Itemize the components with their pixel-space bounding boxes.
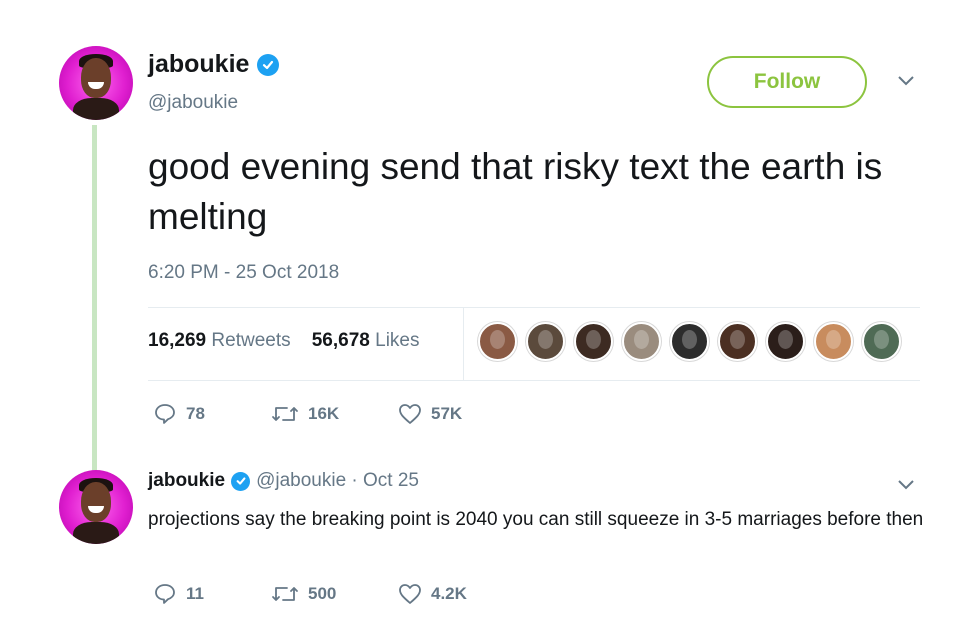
reply-action[interactable]: 78 xyxy=(153,402,271,426)
retweets-count: 16,269 xyxy=(148,330,207,351)
reply-action[interactable]: 11 xyxy=(153,582,271,606)
reply-text: projections say the breaking point is 20… xyxy=(148,509,924,530)
liker-avatar[interactable] xyxy=(862,322,901,361)
reply-count: 11 xyxy=(186,584,204,603)
liker-avatar[interactable] xyxy=(718,322,757,361)
tweet-actions: 78 16K 57K xyxy=(153,402,462,426)
reply-count: 78 xyxy=(186,404,205,423)
liker-avatar[interactable] xyxy=(622,322,661,361)
tweet-text: good evening send that risky text the ea… xyxy=(148,146,883,237)
chevron-down-icon[interactable] xyxy=(896,72,916,93)
verified-badge-icon xyxy=(257,53,280,76)
retweet-action[interactable]: 500 xyxy=(271,583,398,605)
liker-avatar[interactable] xyxy=(574,322,613,361)
liker-avatar[interactable] xyxy=(670,322,709,361)
author-name-row[interactable]: jaboukie xyxy=(148,50,280,79)
engagement-stats: 16,269 Retweets 56,678 Likes xyxy=(148,330,420,352)
liker-avatars xyxy=(478,322,901,366)
like-action[interactable]: 57K xyxy=(398,403,462,425)
like-action[interactable]: 4.2K xyxy=(398,583,467,605)
reply-icon xyxy=(153,582,177,606)
chevron-down-icon[interactable] xyxy=(896,476,916,497)
likes-count: 56,678 xyxy=(311,330,370,351)
verified-badge-icon xyxy=(231,471,251,491)
retweet-icon xyxy=(271,403,299,425)
liker-avatar[interactable] xyxy=(526,322,565,361)
like-count: 4.2K xyxy=(431,584,467,603)
like-count: 57K xyxy=(431,404,463,423)
retweet-count: 500 xyxy=(308,584,337,603)
liker-avatar[interactable] xyxy=(814,322,853,361)
author-display-name[interactable]: jaboukie xyxy=(148,50,249,79)
retweets-stat[interactable]: 16,269 Retweets xyxy=(148,330,291,351)
thread-connector-line xyxy=(92,125,97,470)
reply-actions: 11 500 4.2K xyxy=(153,582,467,606)
like-heart-icon xyxy=(398,403,422,425)
likes-stat[interactable]: 56,678 Likes xyxy=(312,330,420,351)
tweet-timestamp[interactable]: 6:20 PM - 25 Oct 2018 xyxy=(148,262,339,284)
retweet-icon xyxy=(271,583,299,605)
reply-author-name[interactable]: jaboukie xyxy=(148,470,225,492)
stats-separator xyxy=(463,308,464,380)
retweets-label: Retweets xyxy=(211,330,291,351)
likes-label: Likes xyxy=(375,330,420,351)
retweet-action[interactable]: 16K xyxy=(271,403,398,425)
like-heart-icon xyxy=(398,583,422,605)
liker-avatar[interactable] xyxy=(766,322,805,361)
divider-bottom xyxy=(148,380,920,381)
divider-top xyxy=(148,307,920,308)
reply-header: jaboukie @jaboukie · Oct 25 xyxy=(148,470,419,492)
liker-avatar[interactable] xyxy=(478,322,517,361)
author-avatar[interactable] xyxy=(59,46,133,120)
reply-handle-date[interactable]: @jaboukie · Oct 25 xyxy=(256,470,419,492)
follow-button[interactable]: Follow xyxy=(707,56,867,108)
author-handle[interactable]: @jaboukie xyxy=(148,92,238,114)
retweet-count: 16K xyxy=(308,404,340,423)
reply-author-avatar[interactable] xyxy=(59,470,133,544)
reply-icon xyxy=(153,402,177,426)
